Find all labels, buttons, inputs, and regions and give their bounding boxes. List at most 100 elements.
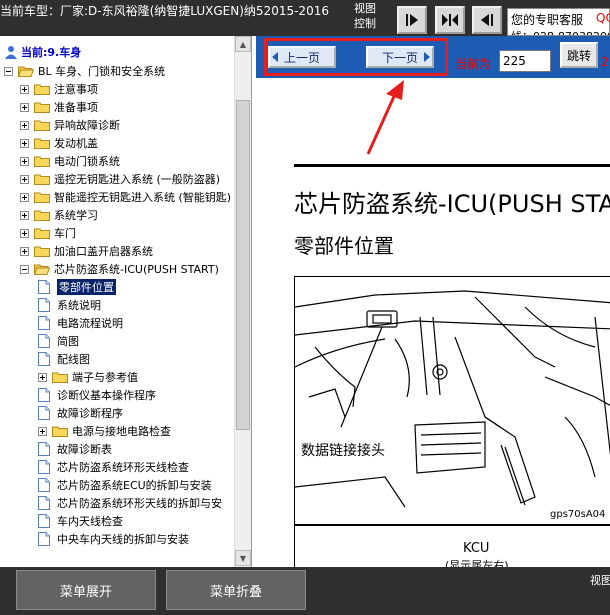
tree-item[interactable]: 简图 <box>38 332 79 350</box>
support-phone: 线：028-87038200 <box>511 28 609 35</box>
folder-icon <box>34 138 50 149</box>
toolbar-prev-button[interactable] <box>472 6 502 34</box>
menu-expand-button[interactable]: 菜单展开 <box>16 570 156 610</box>
tree-item[interactable]: 电路流程说明 <box>38 314 123 332</box>
tree-scrollbar[interactable]: ▲ ▼ <box>234 36 251 567</box>
figure-code: gps70sA04 <box>550 509 606 520</box>
bottom-view-control-label: 视图控制 <box>590 574 610 587</box>
tree-item[interactable]: 端子与参考值 <box>38 368 138 386</box>
toolbar-fit-button[interactable] <box>435 6 465 34</box>
tree-item[interactable]: 车门 <box>20 224 76 242</box>
expand-toggle-icon[interactable] <box>38 372 47 382</box>
expand-toggle-icon[interactable] <box>20 210 29 220</box>
expand-toggle-icon[interactable] <box>20 246 29 256</box>
jump-button[interactable]: 跳转 <box>560 42 598 68</box>
component-location-figure: 数据链接接头 gps70sA04 KCU (显示属左右) <box>294 276 610 567</box>
expand-toggle-icon[interactable] <box>20 192 29 202</box>
folder-icon <box>34 84 50 95</box>
tree-item-label: 中央车内天线的拆卸与安装 <box>57 533 189 546</box>
tree-item-label: 芯片防盗系统环形天线检查 <box>57 461 189 474</box>
folder-icon <box>52 372 68 383</box>
tree-item[interactable]: BL 车身、门锁和安全系统 <box>4 62 165 80</box>
tree-item[interactable]: 中央车内天线的拆卸与安装 <box>38 530 189 548</box>
tree-item[interactable]: 芯片防盗系统-ICU(PUSH START) <box>20 260 219 278</box>
document-icon <box>38 406 50 420</box>
tree-item[interactable]: 加油口盖开启器系统 <box>20 242 153 260</box>
document-icon <box>38 496 50 510</box>
tree-item[interactable]: 配线图 <box>38 350 90 368</box>
folder-icon <box>52 426 68 437</box>
expand-toggle-icon[interactable] <box>20 156 29 166</box>
figure-divider <box>295 524 610 526</box>
tree-item[interactable]: 芯片防盗系统ECU的拆卸与安装 <box>38 476 212 494</box>
prev-page-button[interactable]: 上一页 <box>268 46 336 68</box>
tree-item[interactable]: 车内天线检查 <box>38 512 123 530</box>
tree-item[interactable]: 电动门锁系统 <box>20 152 120 170</box>
tree-item[interactable]: 系统学习 <box>20 206 98 224</box>
top-bar: 当前车型：厂家:D-东风裕隆(纳智捷LUXGEN)纳52015-2016 视图控… <box>0 0 610 36</box>
kcu-label: KCU <box>463 541 490 556</box>
tree-item[interactable]: 异响故障诊断 <box>20 116 120 134</box>
expand-toggle-icon[interactable] <box>38 426 47 436</box>
tree-item[interactable]: 零部件位置 <box>38 278 116 296</box>
tree-item[interactable]: 电源与接地电路检查 <box>38 422 171 440</box>
tree-item-label: 遥控无钥匙进入系统 (一般防盗器) <box>54 173 221 186</box>
collapse-toggle-icon[interactable] <box>20 264 29 274</box>
tree-item-label: 简图 <box>57 335 79 348</box>
collapse-toggle-icon[interactable] <box>4 66 13 76</box>
menu-tree-panel: 当前:9.车身 BL 车身、门锁和安全系统注意事项准备事项异响故障诊断发动机盖电… <box>0 36 252 567</box>
folder-icon <box>34 102 50 113</box>
tree-item[interactable]: 发动机盖 <box>20 134 98 152</box>
tree-item-label: BL 车身、门锁和安全系统 <box>38 65 166 78</box>
menu-collapse-button[interactable]: 菜单折叠 <box>166 570 306 610</box>
support-label: 您的专职客服 <box>511 13 584 27</box>
scroll-thumb[interactable] <box>236 100 250 430</box>
folder-open-icon <box>34 264 50 275</box>
tree-item-label: 芯片防盗系统-ICU(PUSH START) <box>54 263 219 276</box>
data-link-connector-label: 数据链接接头 <box>301 440 385 460</box>
document-heading: 芯片防盗系统-ICU(PUSH START) <box>294 190 610 218</box>
tree-item[interactable]: 注意事项 <box>20 80 98 98</box>
tree-item-label: 故障诊断表 <box>57 443 112 456</box>
right-arrow-icon <box>424 52 430 62</box>
split-arrows-icon <box>442 14 458 26</box>
tree-item[interactable]: 故障诊断表 <box>38 440 112 458</box>
tree-item[interactable]: 智能遥控无钥匙进入系统 (智能钥匙) <box>20 188 231 206</box>
toolbar-next-button[interactable] <box>397 6 427 34</box>
page-nav-bar: 上一页 下一页 当前为 跳转 2 <box>256 36 610 78</box>
view-control-label: 视图控制 <box>354 2 376 30</box>
tree-item-label: 车门 <box>54 227 76 240</box>
next-page-button[interactable]: 下一页 <box>366 46 434 68</box>
heading-rule <box>294 164 610 167</box>
support-contact-box: 您的专职客服 QQ 线：028-87038200 <box>507 8 610 36</box>
tree-item-label: 准备事项 <box>54 101 98 114</box>
tree-item[interactable]: 诊断仪基本操作程序 <box>38 386 156 404</box>
document-page: 芯片防盗系统-ICU(PUSH START) 零部件位置 <box>256 78 610 567</box>
tree-item-label: 车内天线检查 <box>57 515 123 528</box>
tree-item[interactable]: 遥控无钥匙进入系统 (一般防盗器) <box>20 170 220 188</box>
tree-item[interactable]: 芯片防盗系统环形天线的拆卸与安 <box>38 494 222 512</box>
expand-toggle-icon[interactable] <box>20 84 29 94</box>
tree-item[interactable]: 故障诊断程序 <box>38 404 123 422</box>
left-arrow-icon <box>272 52 278 62</box>
document-icon <box>38 478 50 492</box>
tree-item-label: 诊断仪基本操作程序 <box>57 389 156 402</box>
expand-toggle-icon[interactable] <box>20 174 29 184</box>
kcu-sublabel: (显示属左右) <box>445 559 509 567</box>
page-number-input[interactable] <box>499 50 551 72</box>
tree-item-label: 发动机盖 <box>54 137 98 150</box>
expand-toggle-icon[interactable] <box>20 228 29 238</box>
expand-toggle-icon[interactable] <box>20 120 29 130</box>
tree-item-label: 芯片防盗系统ECU的拆卸与安装 <box>57 479 212 492</box>
scroll-down-arrow-icon[interactable]: ▼ <box>235 550 251 566</box>
document-icon <box>38 460 50 474</box>
scroll-up-arrow-icon[interactable]: ▲ <box>235 36 251 52</box>
expand-toggle-icon[interactable] <box>20 102 29 112</box>
tree-item[interactable]: 准备事项 <box>20 98 98 116</box>
tree-root-current[interactable]: 当前:9.车身 <box>4 43 81 61</box>
tree-item[interactable]: 系统说明 <box>38 296 101 314</box>
tree-item-label: 系统说明 <box>57 299 101 312</box>
support-qq-link[interactable]: QQ <box>596 11 609 25</box>
expand-toggle-icon[interactable] <box>20 138 29 148</box>
tree-item[interactable]: 芯片防盗系统环形天线检查 <box>38 458 189 476</box>
